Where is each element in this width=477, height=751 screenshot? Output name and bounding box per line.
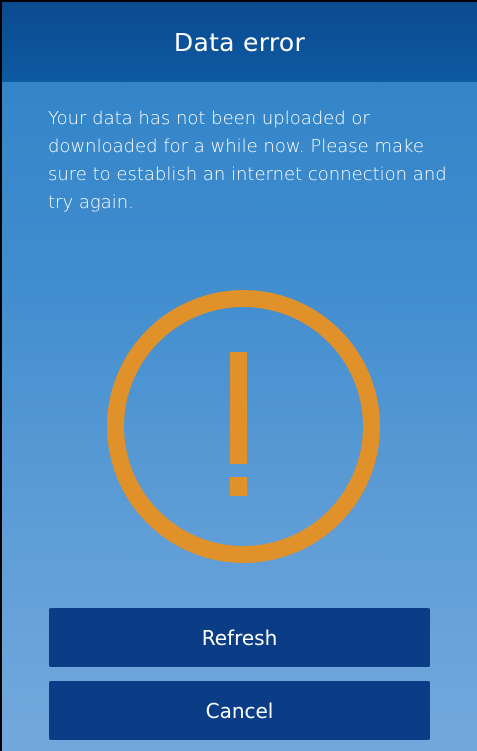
refresh-button[interactable]: Refresh xyxy=(49,608,430,667)
header-bar: Data error xyxy=(2,2,477,82)
cancel-button[interactable]: Cancel xyxy=(49,681,430,740)
warning-exclamation-bar xyxy=(230,352,247,464)
page-title: Data error xyxy=(173,27,306,57)
data-error-screen: Data error Your data has not been upload… xyxy=(0,0,477,751)
warning-icon xyxy=(107,290,380,563)
warning-exclamation-dot xyxy=(230,477,247,496)
error-message: Your data has not been uploaded or downl… xyxy=(48,108,447,213)
